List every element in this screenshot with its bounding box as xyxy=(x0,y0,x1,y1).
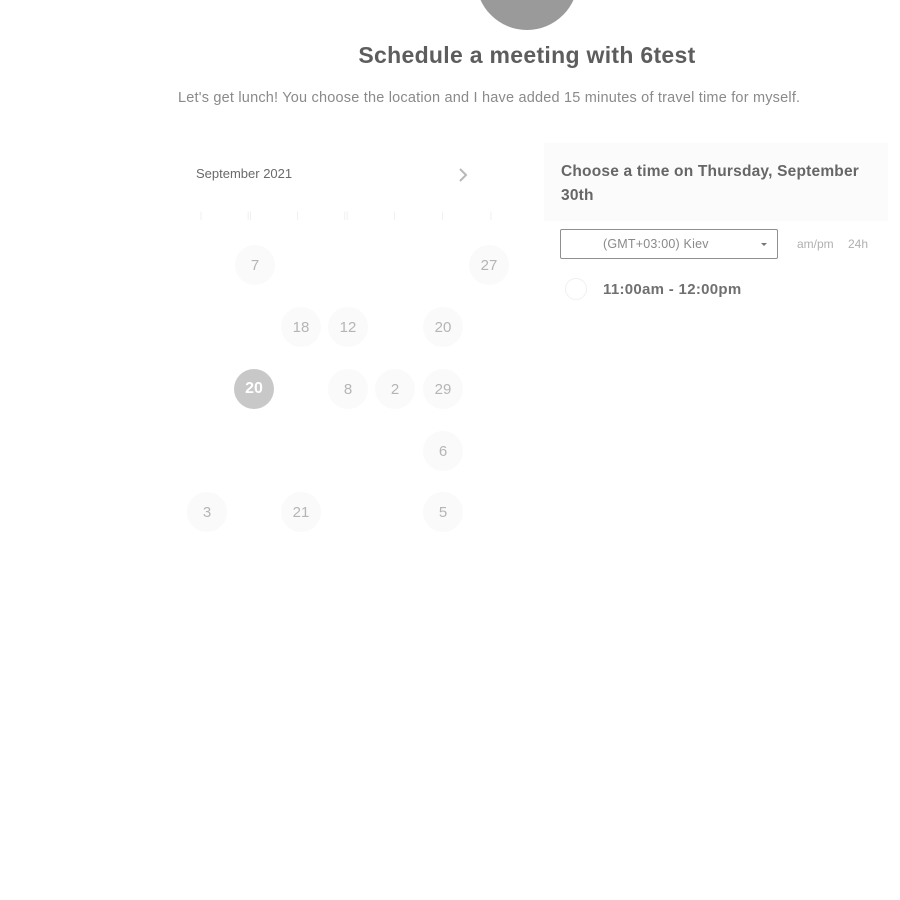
weekday-label: | xyxy=(199,210,203,220)
calendar-day[interactable]: 7 xyxy=(235,245,275,285)
calendar-day[interactable]: 12 xyxy=(328,307,368,347)
calendar-day[interactable]: 3 xyxy=(187,492,227,532)
calendar-day[interactable]: 5 xyxy=(423,492,463,532)
weekday-label: | xyxy=(296,210,299,220)
caret-down-icon xyxy=(761,243,767,246)
weekday-label: | xyxy=(393,210,396,220)
calendar-day[interactable]: 6 xyxy=(423,431,463,471)
time-slot-label: 11:00am - 12:00pm xyxy=(603,280,742,298)
chevron-right-icon xyxy=(459,168,468,182)
selected-date-heading: Choose a time on Thursday, September 30t… xyxy=(561,163,860,204)
calendar-day[interactable]: 2 xyxy=(375,369,415,409)
calendar-month-label: September 2021 xyxy=(196,166,293,181)
weekday-label: || xyxy=(246,210,252,220)
calendar-day[interactable]: 18 xyxy=(281,307,321,347)
scheduling-page: Schedule a meeting with 6test Let's get … xyxy=(0,0,900,900)
24h-format-toggle[interactable]: 24h xyxy=(848,237,868,251)
weekday-label: || xyxy=(343,210,349,220)
time-slot-radio[interactable] xyxy=(565,278,587,300)
calendar-day[interactable]: 20 xyxy=(423,307,463,347)
timezone-select[interactable]: (GMT+03:00) Kiev xyxy=(560,229,778,259)
avatar xyxy=(476,0,578,30)
calendar-day[interactable]: 29 xyxy=(423,369,463,409)
weekday-label: | xyxy=(441,210,444,220)
page-title: Schedule a meeting with 6test xyxy=(358,42,696,68)
page-description: Let's get lunch! You choose the location… xyxy=(178,90,801,106)
ampm-format-toggle[interactable]: am/pm xyxy=(797,237,834,251)
weekday-header: | || | || | | | xyxy=(186,210,506,222)
calendar-day[interactable]: 8 xyxy=(328,369,368,409)
calendar-day[interactable]: 27 xyxy=(469,245,509,285)
timezone-value: (GMT+03:00) Kiev xyxy=(603,237,709,251)
weekday-label: | xyxy=(489,210,493,220)
calendar-day[interactable]: 21 xyxy=(281,492,321,532)
calendar-day-selected[interactable]: 20 xyxy=(234,369,274,409)
time-slot-option[interactable]: 11:00am - 12:00pm xyxy=(565,278,742,300)
next-month-button[interactable] xyxy=(452,164,474,186)
